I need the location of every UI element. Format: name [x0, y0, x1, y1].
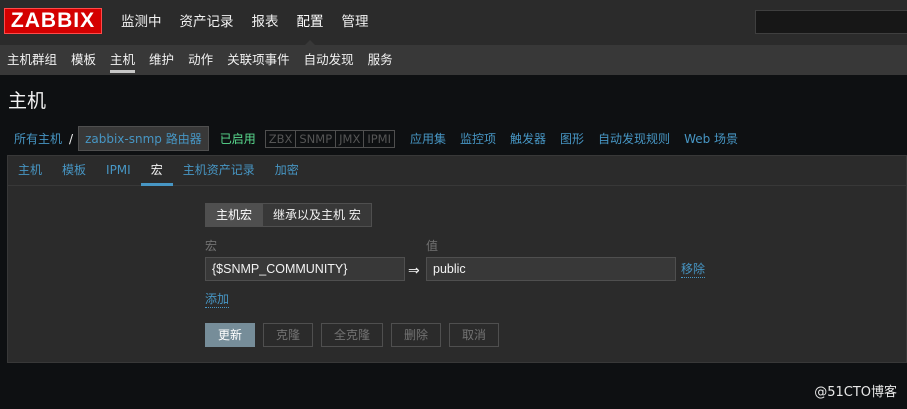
availability-zbx: ZBX — [266, 130, 297, 147]
submenu-discovery[interactable]: 自动发现 — [297, 45, 361, 75]
menu-inventory[interactable]: 资产记录 — [171, 0, 243, 45]
host-tabs: 主机 模板 IPMI 宏 主机资产记录 加密 — [8, 156, 907, 186]
macro-value-input[interactable]: public — [426, 257, 676, 281]
watermark: @51CTO博客 — [814, 385, 897, 400]
zabbix-logo[interactable]: ZABBIX — [4, 8, 102, 34]
link-web-scenarios[interactable]: Web 场景 — [677, 130, 745, 147]
page-title: 主机 — [8, 90, 47, 112]
top-navigation: ZABBIX 监测中 资产记录 报表 配置 管理 — [0, 0, 907, 45]
tab-macros[interactable]: 宏 — [140, 156, 173, 186]
host-status-enabled[interactable]: 已启用 — [213, 130, 263, 147]
breadcrumb-separator: / — [69, 131, 74, 146]
link-triggers[interactable]: 触发器 — [503, 130, 553, 147]
tab-templates[interactable]: 模板 — [52, 156, 96, 186]
availability-jmx: JMX — [336, 130, 365, 147]
full-clone-button[interactable]: 全克隆 — [321, 323, 384, 347]
host-macros-button[interactable]: 主机宏 — [206, 204, 263, 226]
inherited-macros-button[interactable]: 继承以及主机 宏 — [262, 204, 371, 226]
availability-snmp: SNMP — [296, 130, 337, 147]
value-column-header: 值 — [426, 239, 439, 253]
cancel-button[interactable]: 取消 — [449, 323, 500, 347]
clone-button[interactable]: 克隆 — [263, 323, 314, 347]
main-menu: 监测中 资产记录 报表 配置 管理 — [112, 0, 378, 45]
menu-reports[interactable]: 报表 — [243, 0, 288, 45]
remove-macro-link[interactable]: 移除 — [681, 262, 706, 278]
add-macro-link[interactable]: 添加 — [205, 292, 230, 308]
sub-navigation: 主机群组 模板 主机 维护 动作 关联项事件 自动发现 服务 — [0, 45, 907, 75]
link-items[interactable]: 监控项 — [453, 130, 503, 147]
host-form-panel: 主机 模板 IPMI 宏 主机资产记录 加密 主机宏 继承以及主机 宏 宏 值 … — [7, 155, 907, 363]
search-input[interactable] — [755, 10, 907, 34]
link-graphs[interactable]: 图形 — [553, 130, 591, 147]
breadcrumb-current-host[interactable]: zabbix-snmp 路由器 — [78, 126, 209, 151]
availability-ipmi: IPMI — [367, 131, 391, 146]
update-button[interactable]: 更新 — [205, 323, 256, 347]
link-applications[interactable]: 应用集 — [403, 130, 453, 147]
menu-configuration[interactable]: 配置 — [288, 0, 333, 45]
breadcrumb: 所有主机 / zabbix-snmp 路由器 已启用 ZBX SNMP JMX … — [7, 126, 907, 151]
macro-column-header: 宏 — [205, 239, 218, 253]
link-discovery-rules[interactable]: 自动发现规则 — [591, 130, 677, 147]
macro-name-input[interactable]: {$SNMP_COMMUNITY} — [205, 257, 405, 281]
submenu-maintenance[interactable]: 维护 — [142, 45, 181, 75]
tab-ipmi[interactable]: IPMI — [96, 156, 141, 186]
macro-arrow: ⇒ — [408, 263, 420, 279]
tab-inventory[interactable]: 主机资产记录 — [173, 156, 265, 186]
submenu-templates[interactable]: 模板 — [64, 45, 103, 75]
submenu-event-correlation[interactable]: 关联项事件 — [220, 45, 297, 75]
submenu-actions[interactable]: 动作 — [181, 45, 220, 75]
submenu-services[interactable]: 服务 — [361, 45, 400, 75]
tab-encryption[interactable]: 加密 — [265, 156, 309, 186]
tab-host[interactable]: 主机 — [8, 156, 52, 186]
menu-administration[interactable]: 管理 — [333, 0, 378, 45]
macro-view-toggle: 主机宏 继承以及主机 宏 — [205, 203, 372, 227]
breadcrumb-all-hosts[interactable]: 所有主机 — [7, 130, 69, 147]
availability-indicators: ZBX SNMP JMX IPMI — [264, 129, 395, 148]
submenu-host-groups[interactable]: 主机群组 — [0, 45, 64, 75]
menu-monitoring[interactable]: 监测中 — [112, 0, 171, 45]
delete-button[interactable]: 删除 — [391, 323, 442, 347]
submenu-hosts[interactable]: 主机 — [103, 45, 142, 75]
